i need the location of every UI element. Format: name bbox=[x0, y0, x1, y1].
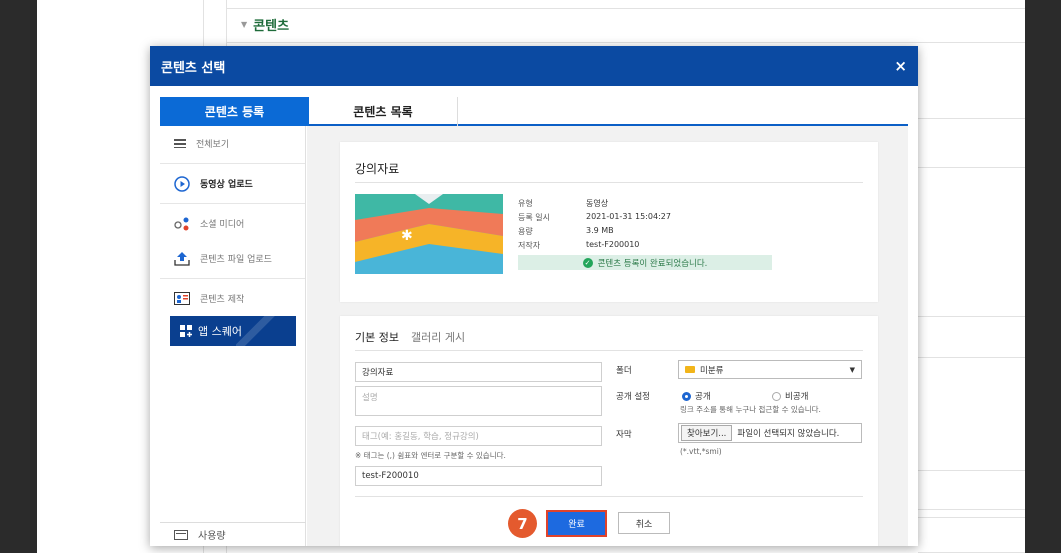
visibility-label: 공개 설정 bbox=[616, 392, 650, 402]
background-row bbox=[918, 118, 1025, 168]
tab-basic-info[interactable]: 기본 정보 bbox=[355, 329, 399, 345]
background-row bbox=[918, 517, 1025, 553]
content-select-modal: 콘텐츠 선택 × 콘텐츠 등록 콘텐츠 목록 전체보기 동영상 업로드 소셜 미… bbox=[150, 46, 918, 546]
background-heading-text: 콘텐츠 bbox=[253, 19, 290, 34]
meta-type: 유형 동영상 bbox=[518, 199, 609, 208]
page-right-bar bbox=[1025, 0, 1061, 553]
tags-input[interactable]: 태그(예: 홍길동, 학습, 정규강의) bbox=[355, 426, 602, 446]
content-form-card: 기본 정보 갤러리 게시 강의자료 설명 태그(예: 홍길동, 학습, 정규강의… bbox=[340, 316, 878, 546]
tags-hint: ※ 태그는 (,) 쉼표와 엔터로 구분할 수 있습니다. bbox=[355, 451, 506, 460]
usage-label: 사용량 bbox=[198, 531, 226, 542]
sidebar-item-file-upload[interactable]: 콘텐츠 파일 업로드 bbox=[160, 241, 305, 276]
folder-label: 폴더 bbox=[616, 366, 632, 376]
page-left-bar bbox=[0, 0, 37, 553]
divider bbox=[355, 182, 863, 183]
folder-icon bbox=[685, 366, 695, 373]
caret-down-icon: ▼ bbox=[241, 20, 248, 29]
sidebar-item-label: 콘텐츠 파일 업로드 bbox=[200, 255, 272, 265]
svg-text:✱: ✱ bbox=[401, 228, 413, 244]
decoration bbox=[236, 316, 276, 346]
close-icon[interactable]: × bbox=[894, 57, 907, 75]
meta-author: 저작자 test-F200010 bbox=[518, 240, 640, 250]
visibility-hint: 링크 주소를 통해 누구나 접근할 수 있습니다. bbox=[680, 405, 821, 414]
app-square-button[interactable]: 앱 스퀘어 bbox=[170, 316, 296, 346]
folder-select[interactable]: 미분류 ▼ bbox=[678, 360, 862, 379]
sidebar-item-video-upload[interactable]: 동영상 업로드 bbox=[160, 166, 305, 201]
sidebar-item-content-create[interactable]: 콘텐츠 제작 bbox=[160, 281, 305, 316]
radio-selected-icon bbox=[682, 391, 691, 401]
social-icon bbox=[174, 217, 189, 230]
ok-button[interactable]: 완료 bbox=[546, 510, 607, 537]
sidebar-item-label: 동영상 업로드 bbox=[200, 180, 253, 190]
sidebar-item-all[interactable]: 전체보기 bbox=[160, 126, 305, 161]
video-thumbnail: ✱ bbox=[355, 194, 503, 274]
upload-icon bbox=[174, 252, 190, 266]
title-input[interactable]: 강의자료 bbox=[355, 362, 602, 382]
modal-header: 콘텐츠 선택 × bbox=[150, 46, 918, 86]
form-tabs: 기본 정보 갤러리 게시 bbox=[355, 329, 465, 345]
chevron-down-icon: ▼ bbox=[849, 365, 855, 374]
sidebar-item-label: 전체보기 bbox=[196, 140, 230, 150]
divider bbox=[160, 278, 305, 279]
tab-content-list[interactable]: 콘텐츠 목록 bbox=[309, 97, 458, 126]
play-circle-icon bbox=[174, 175, 190, 192]
tab-gallery-post[interactable]: 갤러리 게시 bbox=[411, 329, 465, 345]
divider bbox=[355, 350, 863, 351]
divider bbox=[355, 496, 863, 497]
meta-size: 용량 3.9 MB bbox=[518, 226, 614, 236]
tab-content-register[interactable]: 콘텐츠 등록 bbox=[160, 97, 309, 126]
status-text: 콘텐츠 등록이 완료되었습니다. bbox=[597, 258, 708, 269]
step-badge: 7 bbox=[508, 509, 537, 538]
check-icon: ✓ bbox=[582, 257, 593, 268]
file-status: 파일이 선택되지 않았습니다. bbox=[737, 429, 840, 439]
background-section-heading[interactable]: ▼ 콘텐츠 bbox=[241, 15, 289, 34]
main-panel: 강의자료 ✱ 유형 동영상 등록 일시 2021-01-31 15:04:27 … bbox=[307, 126, 908, 546]
sidebar-item-label: 소셜 미디어 bbox=[200, 220, 245, 230]
create-icon bbox=[174, 292, 190, 305]
subtitle-label: 자막 bbox=[616, 430, 632, 440]
sidebar-item-social-media[interactable]: 소셜 미디어 bbox=[160, 206, 305, 241]
list-icon bbox=[174, 139, 186, 148]
status-badge: ✓ 콘텐츠 등록이 완료되었습니다. bbox=[518, 255, 772, 270]
radio-private[interactable]: 비공개 bbox=[772, 390, 808, 402]
author-input[interactable]: test-F200010 bbox=[355, 466, 602, 486]
radio-icon bbox=[772, 391, 781, 401]
content-title: 강의자료 bbox=[355, 162, 400, 176]
description-textarea[interactable]: 설명 bbox=[355, 386, 602, 416]
subtitle-file-input: 찾아보기... 파일이 선택되지 않았습니다. bbox=[678, 423, 862, 443]
background-row bbox=[918, 316, 1025, 358]
file-hint: (*.vtt,*smi) bbox=[680, 447, 722, 456]
meta-date: 등록 일시 2021-01-31 15:04:27 bbox=[518, 212, 671, 222]
usage-icon bbox=[174, 529, 188, 540]
content-summary-card: 강의자료 ✱ 유형 동영상 등록 일시 2021-01-31 15:04:27 … bbox=[340, 142, 878, 302]
divider bbox=[226, 42, 1025, 43]
modal-title: 콘텐츠 선택 bbox=[161, 60, 226, 76]
modal-tabs: 콘텐츠 등록 콘텐츠 목록 bbox=[160, 97, 908, 126]
sidebar-item-label: 콘텐츠 제작 bbox=[200, 295, 245, 305]
sidebar-item-usage[interactable]: 사용량 bbox=[160, 522, 306, 546]
sidebar: 전체보기 동영상 업로드 소셜 미디어 콘텐츠 파일 업로드 콘텐츠 제작 앱 … bbox=[160, 126, 306, 546]
cancel-button[interactable]: 취소 bbox=[618, 512, 670, 534]
divider bbox=[226, 8, 1025, 9]
radio-public[interactable]: 공개 bbox=[682, 390, 711, 402]
apps-grid-icon bbox=[180, 325, 192, 337]
folder-value: 미분류 bbox=[700, 365, 724, 376]
divider bbox=[160, 163, 305, 164]
browse-button[interactable]: 찾아보기... bbox=[681, 425, 733, 441]
divider bbox=[160, 203, 305, 204]
background-row bbox=[918, 470, 1025, 510]
